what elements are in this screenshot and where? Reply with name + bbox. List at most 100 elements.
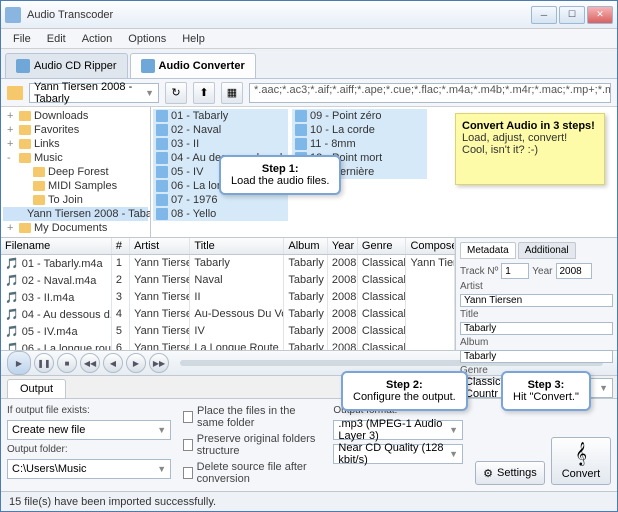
folder-value: C:\Users\Music (12, 463, 87, 475)
track-grid[interactable]: Filename # Artist Title Album Year Genre… (1, 238, 455, 350)
file-item[interactable]: 03 - II (153, 137, 288, 151)
format-value: .mp3 (MPEG-1 Audio Layer 3) (338, 418, 449, 442)
convert-label: Convert (562, 468, 601, 480)
sticky-note: Convert Audio in 3 steps! Load, adjust, … (455, 113, 605, 185)
chk-delete[interactable] (183, 467, 193, 479)
artist-label: Artist (460, 281, 613, 292)
up-button[interactable]: ⬆ (193, 82, 215, 104)
status-text: 15 file(s) have been imported successful… (9, 496, 216, 508)
stop-button[interactable]: ■ (57, 353, 77, 373)
settings-button[interactable]: ⚙ Settings (475, 461, 545, 485)
exists-label: If output file exists: (7, 405, 171, 416)
titlebar[interactable]: Audio Transcoder ─ ☐ ✕ (1, 1, 617, 29)
filter-combo[interactable]: *.aac;*.ac3;*.aif;*.aiff;*.ape;*.cue;*.f… (249, 83, 611, 103)
table-row[interactable]: 🎵 03 - II.m4a3Yann TiersenIITabarly2008C… (1, 289, 455, 306)
col-filename[interactable]: Filename (1, 238, 112, 254)
tab-row: Audio CD Ripper Audio Converter (1, 49, 617, 79)
path-text: Yann Tiersen 2008 - Tabarly (34, 81, 145, 105)
tab-audio-converter[interactable]: Audio Converter (130, 53, 256, 78)
callout-desc: Configure the output. (353, 391, 456, 403)
statusbar: 15 file(s) have been imported successful… (1, 491, 617, 511)
callout-title: Step 3: (528, 379, 565, 391)
output-tab[interactable]: Output (7, 379, 66, 398)
table-row[interactable]: 🎵 02 - Naval.m4a2Yann TiersenNavalTabarl… (1, 272, 455, 289)
tree-item[interactable]: MIDI Samples (3, 179, 148, 193)
chk-preserve[interactable] (183, 439, 193, 451)
exists-combo[interactable]: Create new file▼ (7, 420, 171, 440)
col-album[interactable]: Album (284, 238, 328, 254)
refresh-button[interactable]: ↻ (165, 82, 187, 104)
menu-file[interactable]: File (5, 31, 39, 47)
minimize-button[interactable]: ─ (531, 6, 557, 24)
callout-step1: Step 1: Load the audio files. (219, 155, 341, 195)
year-input[interactable] (556, 263, 592, 279)
file-item[interactable]: 10 - La corde (292, 123, 427, 137)
tree-item[interactable]: To Join (3, 193, 148, 207)
tree-item[interactable]: Deep Forest (3, 165, 148, 179)
convert-icon (141, 59, 155, 73)
quality-combo[interactable]: Near CD Quality (128 kbit/s)▼ (333, 444, 463, 464)
tab-metadata[interactable]: Metadata (460, 242, 516, 259)
album-input[interactable] (460, 350, 613, 363)
filter-text: *.aac;*.ac3;*.aif;*.aiff;*.ape;*.cue;*.f… (254, 84, 611, 96)
prev-button[interactable]: ◀◀ (80, 353, 100, 373)
col-composer[interactable]: Composer (406, 238, 455, 254)
col-artist[interactable]: Artist (130, 238, 190, 254)
menu-help[interactable]: Help (174, 31, 213, 47)
track-label: Track Nº (460, 266, 498, 277)
col-title[interactable]: Title (190, 238, 284, 254)
folder-combo[interactable]: C:\Users\Music▼ (7, 459, 171, 479)
play-button[interactable]: ▶ (7, 351, 31, 375)
tree-item[interactable]: Yann Tiersen 2008 - Tabarly (3, 207, 148, 221)
note-icon: 𝄞 (575, 443, 587, 466)
grid-header[interactable]: Filename # Artist Title Album Year Genre… (1, 238, 455, 255)
tab-label: Audio CD Ripper (34, 60, 117, 72)
folder-tree[interactable]: +Downloads+Favorites+Links-MusicDeep For… (1, 107, 151, 237)
file-item[interactable]: 11 - 8mm (292, 137, 427, 151)
tree-item[interactable]: +Favorites (3, 123, 148, 137)
menu-action[interactable]: Action (74, 31, 121, 47)
callout-step2: Step 2: Configure the output. (341, 371, 468, 411)
rew-button[interactable]: ◀ (103, 353, 123, 373)
table-row[interactable]: 🎵 05 - IV.m4a5Yann TiersenIVTabarly2008C… (1, 323, 455, 340)
title-input[interactable] (460, 322, 613, 335)
file-item[interactable]: 08 - Yello (153, 207, 288, 221)
tab-additional[interactable]: Additional (518, 242, 576, 259)
format-combo[interactable]: .mp3 (MPEG-1 Audio Layer 3)▼ (333, 420, 463, 440)
file-item[interactable]: 02 - Naval (153, 123, 288, 137)
maximize-button[interactable]: ☐ (559, 6, 585, 24)
menu-edit[interactable]: Edit (39, 31, 74, 47)
file-item[interactable]: 07 - 1976 (153, 193, 288, 207)
menubar: File Edit Action Options Help (1, 29, 617, 49)
tree-item[interactable]: +My Documents (3, 221, 148, 235)
tree-item[interactable]: -Music (3, 151, 148, 165)
artist-input[interactable] (460, 294, 613, 307)
file-item[interactable]: 09 - Point zéro (292, 109, 427, 123)
track-input[interactable] (501, 263, 529, 279)
app-icon (5, 7, 21, 23)
table-row[interactable]: 🎵 04 - Au dessous d.m4a4Yann TiersenAu-D… (1, 306, 455, 323)
metadata-panel: Metadata Additional Track NºYear Artist … (455, 238, 617, 350)
exists-value: Create new file (12, 424, 85, 436)
path-combo[interactable]: Yann Tiersen 2008 - Tabarly▼ (29, 83, 159, 103)
col-genre[interactable]: Genre (358, 238, 407, 254)
table-row[interactable]: 🎵 06 - La longue route.m4a6Yann TiersenL… (1, 340, 455, 350)
tree-item[interactable]: +Downloads (3, 109, 148, 123)
fwd-button[interactable]: ▶ (126, 353, 146, 373)
chk-same-folder[interactable] (183, 411, 193, 423)
callout-desc: Load the audio files. (231, 175, 329, 187)
col-num[interactable]: # (112, 238, 130, 254)
tab-cd-ripper[interactable]: Audio CD Ripper (5, 53, 128, 78)
settings-label: Settings (497, 467, 537, 479)
tree-item[interactable]: +Links (3, 137, 148, 151)
next-button[interactable]: ▶▶ (149, 353, 169, 373)
file-item[interactable]: 01 - Tabarly (153, 109, 288, 123)
pause-button[interactable]: ❚❚ (34, 353, 54, 373)
close-button[interactable]: ✕ (587, 6, 613, 24)
view-button[interactable]: ▦ (221, 82, 243, 104)
gear-icon: ⚙ (483, 467, 493, 480)
menu-options[interactable]: Options (120, 31, 174, 47)
col-year[interactable]: Year (328, 238, 358, 254)
convert-button[interactable]: 𝄞 Convert (551, 437, 611, 485)
table-row[interactable]: 🎵 01 - Tabarly.m4a1Yann TiersenTabarlyTa… (1, 255, 455, 272)
